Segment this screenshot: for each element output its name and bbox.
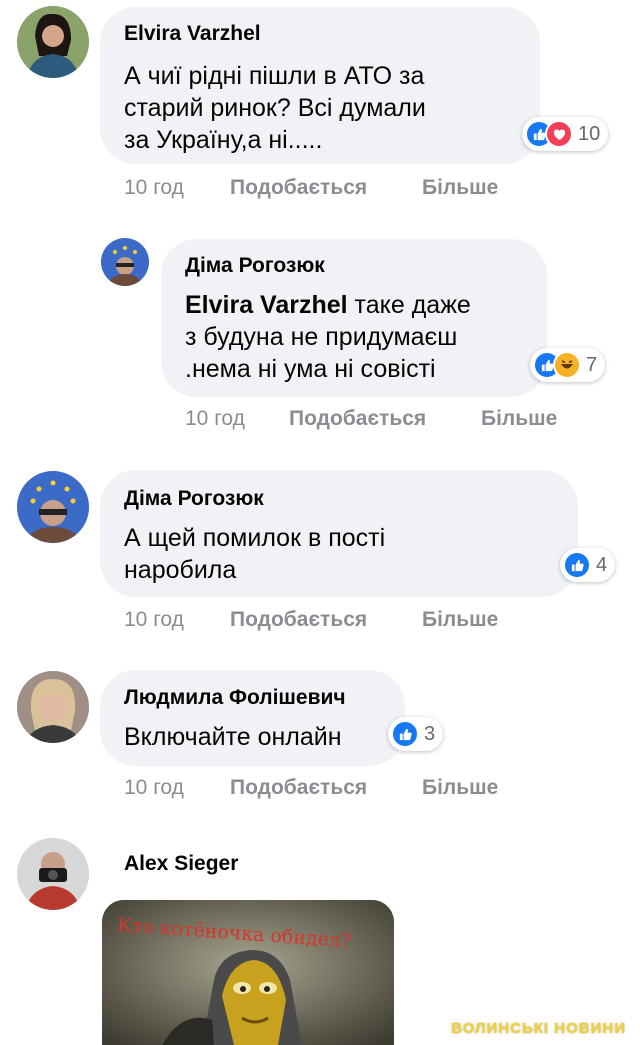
watermark: ВОЛИНСЬКІ НОВИНИ xyxy=(451,1020,626,1037)
comment-image[interactable]: Кто котёночка обидел? xyxy=(102,900,394,1045)
avatar[interactable] xyxy=(17,838,89,910)
comment: Alex Sieger Кто котёночка обидел? xyxy=(0,0,640,1045)
avatar-image xyxy=(17,838,89,910)
comment-author[interactable]: Alex Sieger xyxy=(124,852,238,876)
